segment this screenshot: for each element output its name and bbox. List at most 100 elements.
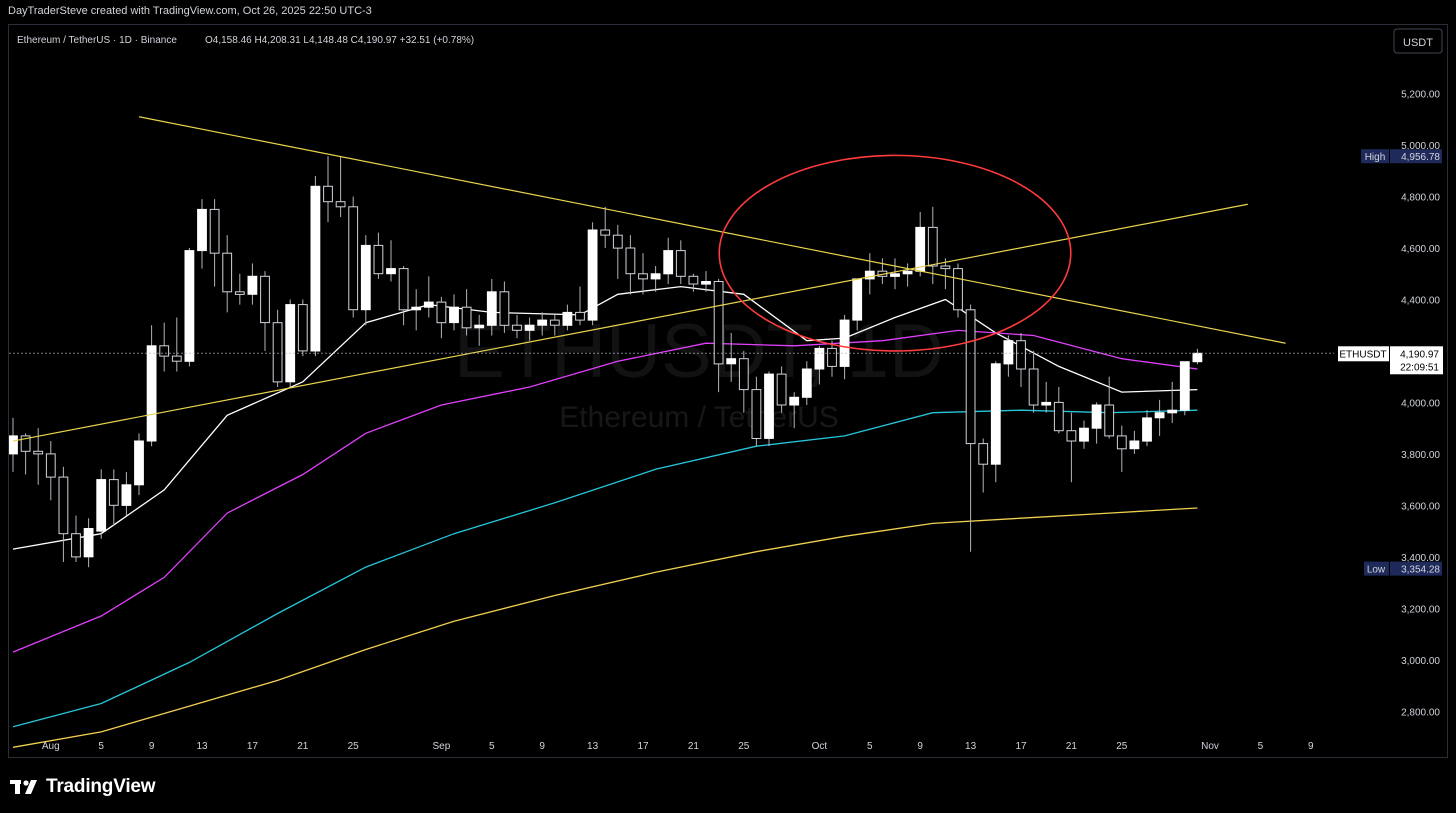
candle-body: [121, 484, 132, 506]
candle-body: [688, 275, 699, 285]
candle-body: [134, 440, 144, 486]
candle-body: [1003, 340, 1014, 365]
time-tick-label: 25: [348, 741, 360, 752]
candle-body: [411, 306, 422, 311]
price-tick-label: 3,000.00: [1401, 656, 1440, 667]
candle-body: [1179, 361, 1190, 411]
candle-body: [234, 291, 245, 295]
candle-body: [1167, 409, 1178, 414]
price-tick-label: 4,000.00: [1401, 398, 1440, 409]
moving-average-line-4: [12, 507, 1198, 748]
candle-body: [738, 358, 749, 391]
attribution-bar: DayTraderSteve created with TradingView.…: [0, 0, 1456, 22]
candle-body: [915, 226, 926, 272]
candle-body: [940, 265, 951, 270]
candle-body: [814, 347, 825, 370]
time-axis[interactable]: Aug 5 9 13 17 21 25 Sep 5 9 13 17 21 25 Oct 5 9 13 17 21 25 N…: [42, 741, 1314, 752]
candle-body: [1053, 401, 1064, 432]
time-tick-label: 21: [1066, 741, 1078, 752]
candle-body: [713, 281, 724, 365]
candle-body: [45, 453, 56, 478]
candle-body: [827, 347, 837, 367]
price-tick-label: 5,200.00: [1401, 90, 1440, 101]
candle-body: [58, 476, 69, 535]
candle-body: [524, 324, 535, 331]
candle-body: [108, 479, 119, 506]
high-badge: High 4,956.78: [1361, 149, 1442, 164]
candle-body: [247, 275, 258, 295]
candle-body: [1192, 352, 1203, 363]
candle-body: [146, 345, 157, 442]
candle-body: [965, 309, 976, 445]
candle-body: [360, 244, 371, 311]
countdown: 22:09:51: [1400, 362, 1439, 373]
watermark-name: Ethereum / TetherUS: [559, 401, 839, 434]
high-label: High: [1365, 152, 1386, 163]
candle-body: [839, 319, 850, 367]
time-tick-label: 17: [1015, 741, 1027, 752]
candle-body: [272, 322, 283, 383]
candle-body: [285, 304, 296, 383]
time-tick-label: Aug: [42, 741, 60, 752]
tradingview-brand[interactable]: TradingView: [10, 775, 156, 799]
price-tick-label: 4,600.00: [1401, 244, 1440, 255]
candlestick-chart[interactable]: ETHUSDT, 1D Ethereum / TetherUS 5,200.00…: [9, 25, 1447, 757]
time-tick-label: Oct: [812, 741, 828, 752]
time-tick-label: 5: [98, 741, 104, 752]
candle-body: [71, 533, 81, 558]
candle-body: [1028, 368, 1039, 406]
candle-body: [171, 355, 182, 362]
candle-body: [978, 443, 989, 465]
candle-body: [398, 268, 409, 311]
price-tick-label: 3,600.00: [1401, 501, 1440, 512]
currency-button-label: USDT: [1403, 37, 1433, 49]
candle-body: [1066, 430, 1077, 442]
price-tick-label: 3,800.00: [1401, 450, 1440, 461]
candle-body: [675, 250, 686, 277]
price-axis[interactable]: 5,200.005,000.004,800.004,600.004,400.00…: [1401, 90, 1440, 719]
candle-body: [764, 373, 774, 439]
candle-body: [1154, 412, 1165, 419]
candle-body: [625, 247, 636, 275]
time-tick-label: 25: [1116, 741, 1128, 752]
candle-body: [1129, 440, 1140, 450]
candle-body: [209, 208, 220, 254]
candle-body: [1142, 417, 1152, 442]
candle-body: [386, 268, 396, 275]
high-value: 4,956.78: [1401, 152, 1440, 163]
candle-body: [776, 373, 787, 406]
candle-body: [1091, 404, 1102, 429]
candle-body: [1116, 435, 1127, 450]
candle-body: [990, 363, 1001, 465]
candle-body: [726, 358, 737, 365]
symbol-info: Ethereum / TetherUS · 1D · Binance: [17, 35, 177, 46]
price-tick-label: 3,200.00: [1401, 604, 1440, 615]
currency-button[interactable]: USDT: [1393, 28, 1443, 54]
tradingview-logo-icon: [10, 780, 37, 794]
candle-body: [486, 291, 497, 326]
candle-body: [159, 345, 170, 357]
candle-body: [600, 229, 611, 236]
candle-body: [474, 324, 485, 329]
time-tick-label: 13: [196, 741, 208, 752]
brand-name: TradingView: [46, 776, 156, 797]
time-tick-label: 9: [917, 741, 923, 752]
time-tick-label: 9: [539, 741, 545, 752]
time-tick-label: 9: [149, 741, 155, 752]
candle-body: [83, 528, 94, 558]
candle-body: [1079, 427, 1089, 442]
candle-body: [222, 252, 233, 293]
ohlc-values: O4,158.46 H4,208.31 L4,148.48 C4,190.97 …: [205, 35, 474, 46]
chart-frame[interactable]: ETHUSDT, 1D Ethereum / TetherUS 5,200.00…: [8, 24, 1448, 758]
candle-body: [1016, 340, 1026, 370]
time-tick-label: 17: [637, 741, 649, 752]
time-tick-label: 17: [247, 741, 259, 752]
last-price: 4,190.97: [1400, 349, 1439, 360]
candle-body: [197, 208, 207, 252]
watermark-ticker: ETHUSDT, 1D: [454, 309, 944, 394]
candle-body: [335, 201, 346, 208]
candle-body: [801, 368, 812, 398]
price-tick-label: 4,800.00: [1401, 193, 1440, 204]
candle-body: [638, 273, 648, 280]
candle-body: [789, 396, 800, 406]
